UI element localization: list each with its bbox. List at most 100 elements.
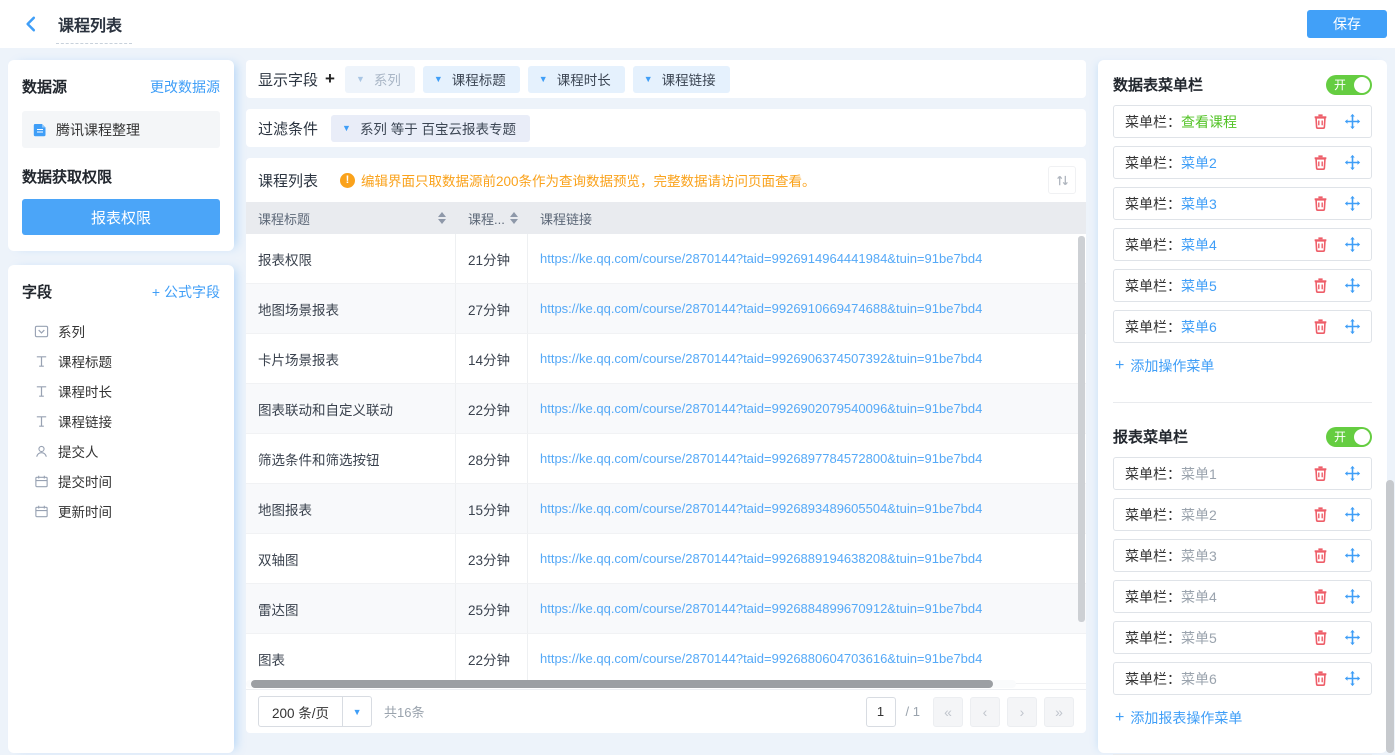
page-input[interactable] [866,697,896,727]
next-page-button[interactable]: › [1007,697,1037,727]
delete-menu-button[interactable] [1312,318,1329,335]
move-menu-button[interactable] [1344,506,1361,523]
course-link[interactable]: https://ke.qq.com/course/2870144?taid=99… [540,451,982,466]
menu-name-link[interactable]: 菜单3 [1181,546,1217,566]
display-fields-label: 显示字段 [258,69,318,90]
menu-prefix: 菜单栏： [1125,505,1181,525]
change-datasource-link[interactable]: 更改数据源 [150,77,220,97]
delete-menu-button[interactable] [1312,195,1329,212]
move-menu-button[interactable] [1344,629,1361,646]
delete-menu-button[interactable] [1312,670,1329,687]
move-menu-button[interactable] [1344,547,1361,564]
menu-name-link[interactable]: 菜单5 [1181,628,1217,648]
delete-menu-button[interactable] [1312,277,1329,294]
table-header: 课程标题 课程... 课程链接 [246,202,1086,234]
course-link[interactable]: https://ke.qq.com/course/2870144?taid=99… [540,401,982,416]
add-report-menu-link[interactable]: + 添加报表操作菜单 [1115,708,1372,728]
move-menu-button[interactable] [1344,113,1361,130]
column-header-title[interactable]: 课程标题 [246,209,456,228]
menu-name-link[interactable]: 菜单3 [1181,194,1217,214]
course-link[interactable]: https://ke.qq.com/course/2870144?taid=99… [540,251,982,266]
delete-menu-button[interactable] [1312,113,1329,130]
page-size-select[interactable]: 200 条/页 ▼ [258,696,372,727]
course-link[interactable]: https://ke.qq.com/course/2870144?taid=99… [540,301,982,316]
move-menu-button[interactable] [1344,588,1361,605]
move-icon [1344,154,1361,171]
filter-chip[interactable]: ▼ 系列 等于 百宝云报表专题 [331,115,530,142]
menu-name-link[interactable]: 菜单4 [1181,235,1217,255]
field-item-series[interactable]: 系列 [22,316,220,346]
prev-page-button[interactable]: ‹ [970,697,1000,727]
course-link[interactable]: https://ke.qq.com/course/2870144?taid=99… [540,501,982,516]
chip-course-link[interactable]: ▼ 课程链接 [633,66,730,93]
delete-menu-button[interactable] [1312,547,1329,564]
menu-name-link[interactable]: 菜单2 [1181,153,1217,173]
field-item-update-time[interactable]: 更新时间 [22,496,220,526]
table-title: 课程列表 [258,170,318,191]
menu-prefix: 菜单栏： [1125,112,1181,132]
menu-name-link[interactable]: 菜单2 [1181,505,1217,525]
menu-name-link[interactable]: 菜单6 [1181,669,1217,689]
select-field-icon [34,324,49,339]
field-item-submit-time[interactable]: 提交时间 [22,466,220,496]
course-link[interactable]: https://ke.qq.com/course/2870144?taid=99… [540,351,982,366]
pager-controls: / 1 « ‹ › » [866,697,1074,727]
field-label: 课程时长 [58,381,112,401]
menu-item: 菜单栏：菜单6 [1113,662,1372,695]
report-menu-toggle[interactable]: 开 [1326,427,1372,447]
datasource-item[interactable]: 腾讯课程整理 [22,111,220,148]
chip-course-duration[interactable]: ▼ 课程时长 [528,66,625,93]
table-menu-toggle[interactable]: 开 [1326,75,1372,95]
course-link[interactable]: https://ke.qq.com/course/2870144?taid=99… [540,551,982,566]
trash-icon [1312,506,1329,523]
move-menu-button[interactable] [1344,277,1361,294]
back-button[interactable] [20,13,42,35]
move-menu-button[interactable] [1344,318,1361,335]
page-vertical-scrollbar-thumb[interactable] [1386,480,1394,753]
menu-name-link[interactable]: 菜单6 [1181,317,1217,337]
report-editor-page: { "colors": { "accent":"#3f9ef7", "link"… [0,0,1395,753]
report-permission-button[interactable]: 报表权限 [22,199,220,235]
move-menu-button[interactable] [1344,465,1361,482]
field-item-course-title[interactable]: 课程标题 [22,346,220,376]
delete-menu-button[interactable] [1312,588,1329,605]
add-table-menu-link[interactable]: + 添加操作菜单 [1115,356,1372,376]
field-item-course-duration[interactable]: 课程时长 [22,376,220,406]
add-display-field-button[interactable]: + [325,69,335,89]
horizontal-scrollbar-thumb[interactable] [251,680,993,688]
chip-series[interactable]: ▼ 系列 [345,66,415,93]
delete-menu-button[interactable] [1312,236,1329,253]
delete-menu-button[interactable] [1312,506,1329,523]
save-button[interactable]: 保存 [1307,10,1387,38]
last-page-button[interactable]: » [1044,697,1074,727]
field-item-course-link[interactable]: 课程链接 [22,406,220,436]
menu-name-link[interactable]: 查看课程 [1181,112,1237,132]
delete-menu-button[interactable] [1312,629,1329,646]
menu-name-link[interactable]: 菜单1 [1181,464,1217,484]
move-menu-button[interactable] [1344,154,1361,171]
caret-down-icon: ▼ [356,74,365,84]
course-link[interactable]: https://ke.qq.com/course/2870144?taid=99… [540,601,982,616]
cell-course-title: 卡片场景报表 [246,334,456,383]
move-icon [1344,236,1361,253]
chip-course-title[interactable]: ▼ 课程标题 [423,66,520,93]
text-field-icon [34,354,49,369]
field-item-submitter[interactable]: 提交人 [22,436,220,466]
move-menu-button[interactable] [1344,236,1361,253]
delete-menu-button[interactable] [1312,465,1329,482]
toggle-knob [1354,429,1370,445]
move-menu-button[interactable] [1344,670,1361,687]
add-formula-field-link[interactable]: + 公式字段 [152,282,220,302]
move-menu-button[interactable] [1344,195,1361,212]
menu-name-link[interactable]: 菜单5 [1181,276,1217,296]
menu-prefix: 菜单栏： [1125,194,1181,214]
table-vertical-scrollbar-thumb[interactable] [1078,236,1085,622]
menu-name-link[interactable]: 菜单4 [1181,587,1217,607]
warning-icon: ! [340,173,355,188]
sort-order-button[interactable] [1048,166,1076,194]
course-link[interactable]: https://ke.qq.com/course/2870144?taid=99… [540,651,982,666]
column-header-duration[interactable]: 课程... [456,209,528,228]
first-page-button[interactable]: « [933,697,963,727]
document-icon [32,122,48,138]
delete-menu-button[interactable] [1312,154,1329,171]
